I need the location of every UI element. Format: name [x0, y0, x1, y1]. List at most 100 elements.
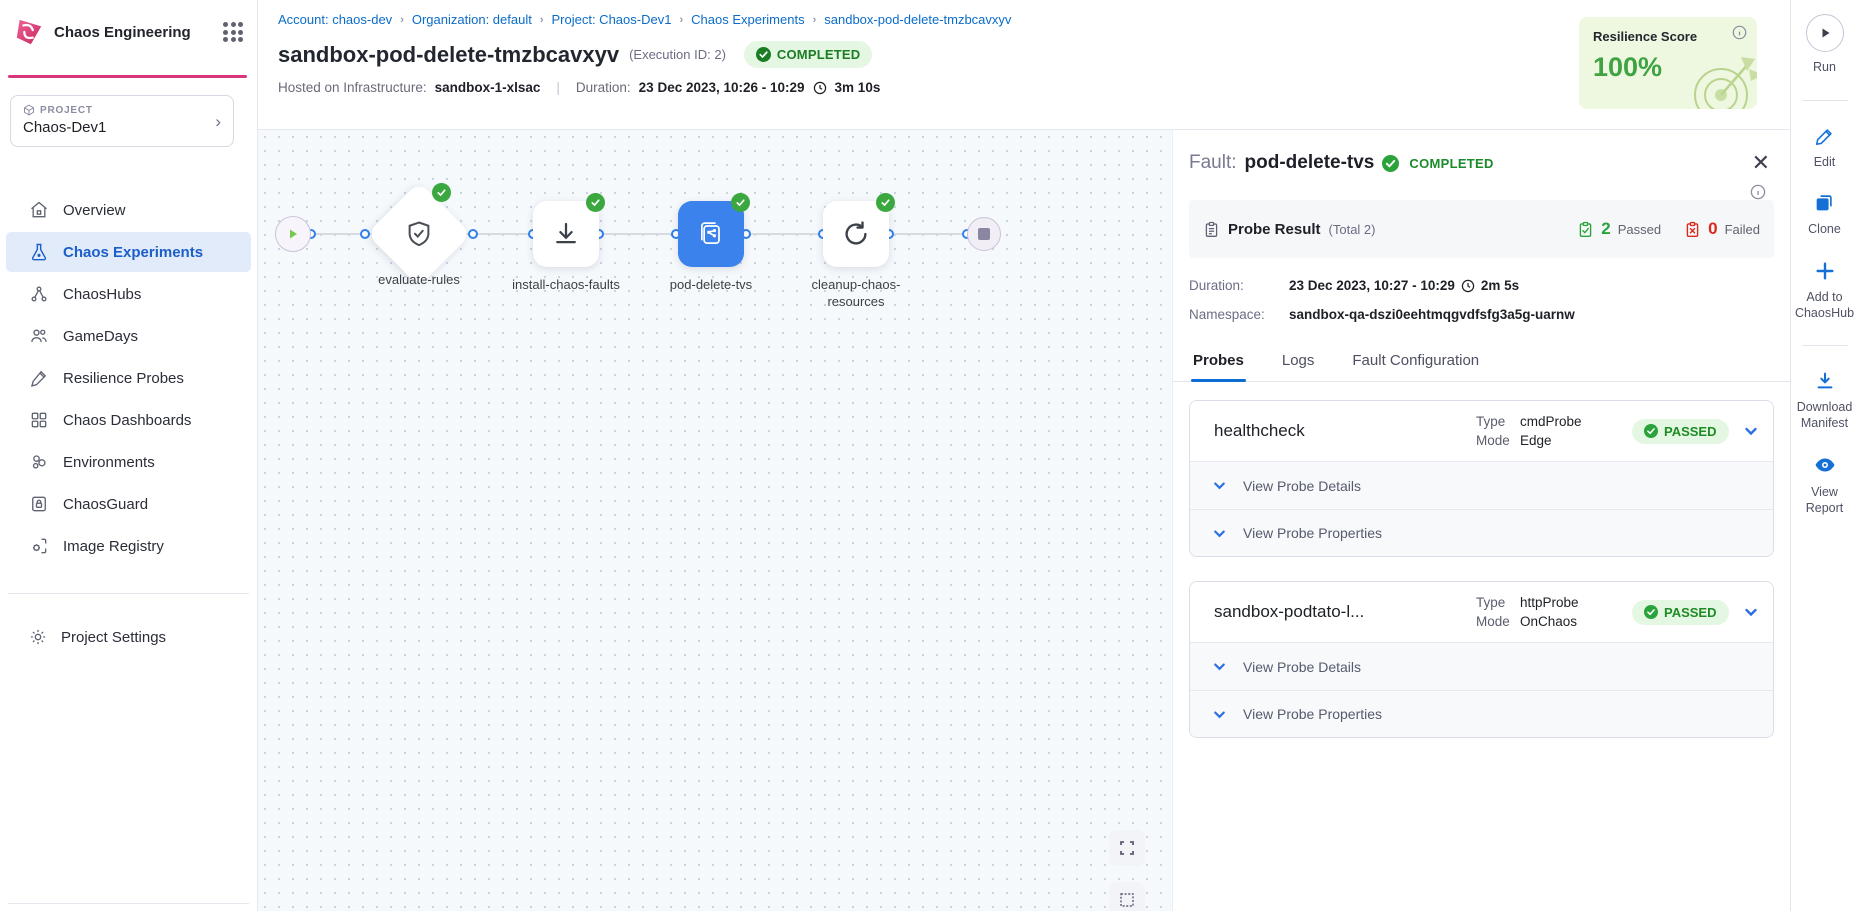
passed-label: Passed	[1618, 222, 1661, 237]
probe-status-label: PASSED	[1664, 605, 1717, 620]
breadcrumb-account[interactable]: Account: chaos-dev	[278, 12, 392, 27]
view-report-button[interactable]: View Report	[1799, 453, 1851, 516]
app-switcher-grid-icon[interactable]	[223, 22, 243, 42]
add-to-chaoshub-button[interactable]: Add to ChaosHub	[1794, 260, 1856, 321]
sidebar-item-overview[interactable]: Overview	[6, 190, 251, 230]
download-manifest-button[interactable]: Download Manifest	[1794, 370, 1856, 431]
sidebar-item-gamedays[interactable]: GameDays	[6, 316, 251, 356]
target-illustration	[1671, 47, 1757, 109]
failed-clipboard-icon	[1684, 221, 1701, 238]
meta-divider: |	[548, 80, 568, 95]
environments-icon	[28, 452, 50, 472]
fault-status: COMPLETED	[1409, 156, 1493, 171]
view-probe-properties-row[interactable]: View Probe Properties	[1190, 690, 1773, 737]
run-button[interactable]: Run	[1806, 14, 1844, 76]
sidebar-item-chaosguard[interactable]: ChaosGuard	[6, 484, 251, 524]
probe-name: sandbox-podtato-l...	[1214, 602, 1476, 622]
chevron-down-icon[interactable]	[1743, 423, 1759, 439]
chevron-right-icon: ›	[540, 14, 544, 26]
rail-divider	[1802, 100, 1848, 101]
probe-status-badge: PASSED	[1632, 419, 1729, 444]
breadcrumb-experiment[interactable]: sandbox-pod-delete-tmzbcavxyv	[824, 12, 1011, 27]
view-probe-details-row[interactable]: View Probe Details	[1190, 462, 1773, 509]
probe-result-bar: Probe Result (Total 2) 2 Passed 0 Failed	[1189, 200, 1774, 258]
namespace-label: Namespace:	[1189, 307, 1289, 322]
sidebar-item-chaos-dashboards[interactable]: Chaos Dashboards	[6, 400, 251, 440]
clipboard-icon	[1203, 221, 1220, 238]
sidebar-item-resilience-probes[interactable]: Resilience Probes	[6, 358, 251, 398]
experiment-meta: Hosted on Infrastructure: sandbox-1-xlsa…	[278, 80, 1790, 95]
sidebar-item-chaos-experiments[interactable]: Chaos Experiments	[6, 232, 251, 272]
main-column: Account: chaos-dev › Organization: defau…	[258, 0, 1790, 911]
cube-icon	[23, 104, 35, 116]
sidebar-divider	[8, 593, 249, 594]
check-circle-icon	[1644, 605, 1658, 619]
check-circle-icon	[756, 47, 771, 62]
view-probe-properties-row[interactable]: View Probe Properties	[1190, 509, 1773, 556]
canvas-selection-button[interactable]	[1109, 882, 1145, 911]
execution-id: (Execution ID: 2)	[629, 47, 726, 62]
sidebar-item-label: Image Registry	[63, 538, 164, 555]
app-root: Chaos Engineering PROJECT Chaos-Dev1 › O…	[0, 0, 1858, 911]
probe-card-healthcheck: healthcheck Type cmdProbe Mode Edge PASS…	[1189, 400, 1774, 557]
sidebar-bottom-divider	[8, 903, 249, 904]
probe-name: healthcheck	[1214, 421, 1476, 441]
clone-button[interactable]: Clone	[1808, 192, 1841, 238]
project-label: PROJECT	[40, 105, 93, 116]
info-icon[interactable]	[1732, 25, 1747, 40]
view-report-label: View Report	[1799, 485, 1851, 516]
pipeline-node-pod-delete-tvs[interactable]: pod-delete-tvs	[678, 201, 744, 267]
guard-lock-icon	[28, 494, 50, 514]
chevron-down-icon	[1212, 659, 1227, 674]
pipeline-canvas[interactable]: evaluate-rules install-chaos-faults	[258, 130, 1172, 911]
breadcrumb-chaos-experiments[interactable]: Chaos Experiments	[691, 12, 804, 27]
clock-icon	[1461, 279, 1475, 293]
chevron-down-icon[interactable]	[1743, 604, 1759, 620]
people-icon	[28, 326, 50, 346]
pipeline-start-node[interactable]	[275, 216, 311, 252]
sidebar-item-environments[interactable]: Environments	[6, 442, 251, 482]
fault-name: pod-delete-tvs	[1245, 152, 1375, 174]
sidebar: Chaos Engineering PROJECT Chaos-Dev1 › O…	[0, 0, 258, 911]
expand-icon	[1119, 840, 1135, 856]
breadcrumb-project[interactable]: Project: Chaos-Dev1	[552, 12, 672, 27]
run-label: Run	[1813, 60, 1836, 76]
tab-logs[interactable]: Logs	[1280, 346, 1317, 381]
fault-elapsed: 2m 5s	[1481, 278, 1519, 293]
sidebar-item-label: Chaos Dashboards	[63, 412, 191, 429]
project-selector[interactable]: PROJECT Chaos-Dev1 ›	[10, 95, 234, 147]
node-label: install-chaos-faults	[510, 277, 622, 294]
type-value: cmdProbe	[1520, 414, 1626, 429]
sidebar-item-project-settings[interactable]: Project Settings	[6, 618, 251, 656]
eye-icon	[1813, 453, 1837, 477]
probe-card-sandbox-podtato: sandbox-podtato-l... Type httpProbe Mode…	[1189, 581, 1774, 738]
canvas-fullscreen-button[interactable]	[1109, 830, 1145, 866]
sidebar-item-image-registry[interactable]: Image Registry	[6, 526, 251, 566]
failed-count: 0	[1708, 219, 1717, 239]
breadcrumb: Account: chaos-dev › Organization: defau…	[278, 12, 1790, 27]
hub-graph-icon	[28, 284, 50, 304]
node-label: cleanup-chaos-resources	[800, 277, 912, 311]
duration-value: 23 Dec 2023, 10:26 - 10:29	[639, 80, 805, 95]
probe-pencil-icon	[28, 368, 50, 388]
infrastructure-name: sandbox-1-xlsac	[435, 80, 541, 95]
breadcrumb-organization[interactable]: Organization: default	[412, 12, 532, 27]
dashed-square-icon	[1119, 892, 1135, 908]
tab-probes[interactable]: Probes	[1191, 346, 1246, 381]
passed-count: 2	[1601, 219, 1610, 239]
close-icon[interactable]: ✕	[1752, 152, 1770, 174]
fault-panel-tabs: Probes Logs Fault Configuration	[1173, 346, 1790, 382]
page-title: sandbox-pod-delete-tmzbcavxyv	[278, 42, 619, 68]
probe-status-label: PASSED	[1664, 424, 1717, 439]
pipeline-end-node[interactable]	[967, 217, 1001, 251]
sidebar-item-chaoshubs[interactable]: ChaosHubs	[6, 274, 251, 314]
pipeline-node-install-chaos-faults[interactable]: install-chaos-faults	[533, 201, 599, 267]
edit-button[interactable]: Edit	[1814, 125, 1836, 171]
tab-fault-configuration[interactable]: Fault Configuration	[1350, 346, 1481, 381]
namespace-value: sandbox-qa-dszi0eehtmqgvdfsfg3a5g-uarnw	[1289, 307, 1575, 322]
pipeline-node-evaluate-rules[interactable]: evaluate-rules	[365, 180, 473, 288]
info-icon[interactable]	[1750, 184, 1766, 200]
view-probe-details-row[interactable]: View Probe Details	[1190, 643, 1773, 690]
pipeline-node-cleanup-chaos-resources[interactable]: cleanup-chaos-resources	[823, 201, 889, 267]
success-check-badge	[432, 183, 451, 202]
